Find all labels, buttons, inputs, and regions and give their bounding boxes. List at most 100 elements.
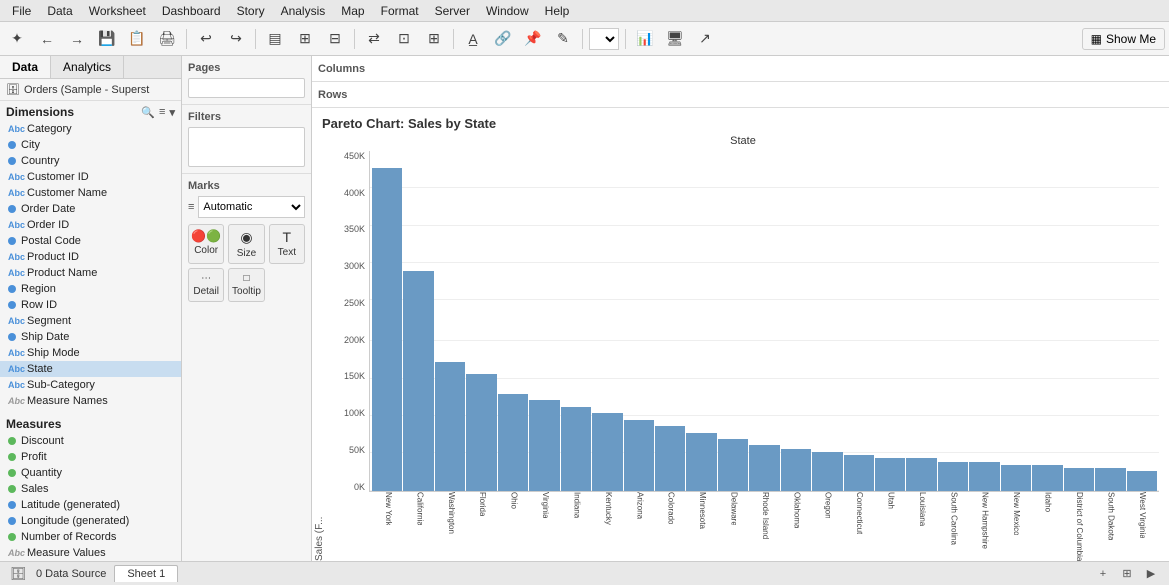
marks-size-btn[interactable]: ◉ Size [228,224,264,264]
bar-oregon[interactable] [812,452,842,491]
duplicate-icon[interactable]: ⊞ [1117,564,1137,584]
annotate-button[interactable]: A̲ [460,26,486,52]
sort-dim-icon[interactable]: ≡ [159,106,165,119]
menu-story[interactable]: Story [229,2,273,20]
bar-utah[interactable] [875,458,905,490]
meas-sales[interactable]: Sales [0,481,181,497]
rows-shelf[interactable]: Rows [312,82,1169,108]
dim-country[interactable]: Country [0,153,181,169]
new-sheet-icon[interactable]: + [1093,564,1113,584]
bar-kentucky[interactable] [592,413,622,490]
bar-florida[interactable] [466,374,496,490]
bar-colorado[interactable] [655,426,685,491]
meas-discount[interactable]: Discount [0,433,181,449]
standard-select[interactable]: Standard [589,28,619,50]
add-datasource-icon[interactable]: 🗄 [8,564,28,584]
columns-content[interactable] [384,59,1163,79]
menu-map[interactable]: Map [333,2,372,20]
bar-new-york[interactable] [372,168,402,491]
bar-minnesota[interactable] [686,433,716,491]
data-source-status[interactable]: 0 Data Source [36,568,106,580]
bar-washington[interactable] [435,362,465,491]
add-dim-icon[interactable]: ▾ [169,106,175,119]
columns-shelf[interactable]: Columns [312,56,1169,82]
save-button[interactable]: 💾 [94,26,120,52]
dim-product-name[interactable]: AbcProduct Name [0,265,181,281]
bar-connecticut[interactable] [844,455,874,490]
edit-button[interactable]: ✎ [550,26,576,52]
bar-california[interactable] [403,271,433,490]
share-button[interactable]: ↗ [692,26,718,52]
menu-server[interactable]: Server [427,2,478,20]
link-button[interactable]: 🔗 [490,26,516,52]
highlight-button[interactable]: ▤ [262,26,288,52]
present-icon[interactable]: ▶ [1141,564,1161,584]
bar-south-dakota[interactable] [1095,468,1125,491]
marks-text-btn[interactable]: T Text [269,224,305,264]
bar-ohio[interactable] [498,394,528,491]
menu-analysis[interactable]: Analysis [273,2,334,20]
marks-type-select[interactable]: Automatic [198,196,305,218]
dim-postal-code[interactable]: Postal Code [0,233,181,249]
forward-button[interactable]: → [64,26,90,52]
dim-sub-category[interactable]: AbcSub-Category [0,377,181,393]
chart-button[interactable]: 📊 [632,26,658,52]
bar-virginia[interactable] [529,400,559,490]
dim-region[interactable]: Region [0,281,181,297]
bar-district-of-columbia[interactable] [1064,468,1094,491]
save-as-button[interactable]: 📋 [124,26,150,52]
marks-tooltip-btn[interactable]: □ Tooltip [228,268,264,302]
dim-city[interactable]: City [0,137,181,153]
dim-segment[interactable]: AbcSegment [0,313,181,329]
fit-button[interactable]: ⊡ [391,26,417,52]
back-button[interactable]: ← [34,26,60,52]
menu-data[interactable]: Data [39,2,80,20]
dim-ship-mode[interactable]: AbcShip Mode [0,345,181,361]
dim-state[interactable]: AbcState [0,361,181,377]
menu-help[interactable]: Help [537,2,578,20]
meas-quantity[interactable]: Quantity [0,465,181,481]
bar-south-carolina[interactable] [938,462,968,491]
meas-measure-values[interactable]: AbcMeasure Values [0,545,181,561]
menu-dashboard[interactable]: Dashboard [154,2,229,20]
rows-content[interactable] [384,85,1163,105]
group-button[interactable]: ⊞ [292,26,318,52]
meas-profit[interactable]: Profit [0,449,181,465]
dim-row-id[interactable]: Row ID [0,297,181,313]
dim-order-id[interactable]: AbcOrder ID [0,217,181,233]
dim-measure-names[interactable]: AbcMeasure Names [0,393,181,409]
bar-west-virginia[interactable] [1127,471,1157,490]
bar-delaware[interactable] [718,439,748,491]
print-button[interactable]: 🖨 [154,26,180,52]
bar-indiana[interactable] [561,407,591,491]
bar-rhode-island[interactable] [749,445,779,490]
swap-button[interactable]: ⇄ [361,26,387,52]
new-button[interactable]: ✦ [4,26,30,52]
meas-number-of-records[interactable]: Number of Records [0,529,181,545]
dim-product-id[interactable]: AbcProduct ID [0,249,181,265]
sheet-tab[interactable]: Sheet 1 [114,565,178,582]
menu-worksheet[interactable]: Worksheet [81,2,154,20]
dim-ship-date[interactable]: Ship Date [0,329,181,345]
bar-louisiana[interactable] [906,458,936,490]
dim-customer-id[interactable]: AbcCustomer ID [0,169,181,185]
dim-customer-name[interactable]: AbcCustomer Name [0,185,181,201]
expand-button[interactable]: ⊞ [421,26,447,52]
dim-order-date[interactable]: Order Date [0,201,181,217]
bar-new-hampshire[interactable] [969,462,999,491]
bar-new-mexico[interactable] [1001,465,1031,491]
bar-oklahoma[interactable] [781,449,811,491]
pages-box[interactable] [188,78,305,98]
bar-arizona[interactable] [624,420,654,491]
show-me-button[interactable]: ▦ Show Me [1082,28,1165,50]
marks-detail-btn[interactable]: ⋯ Detail [188,268,224,302]
bar-idaho[interactable] [1032,465,1062,491]
data-source[interactable]: 🗄 Orders (Sample - Superst [0,79,181,101]
undo-button[interactable]: ↩ [193,26,219,52]
dim-category[interactable]: AbcCategory [0,121,181,137]
menu-format[interactable]: Format [373,2,427,20]
tab-data[interactable]: Data [0,56,51,78]
pin-button[interactable]: 📌 [520,26,546,52]
sort-button[interactable]: ⊟ [322,26,348,52]
redo-button[interactable]: ↪ [223,26,249,52]
